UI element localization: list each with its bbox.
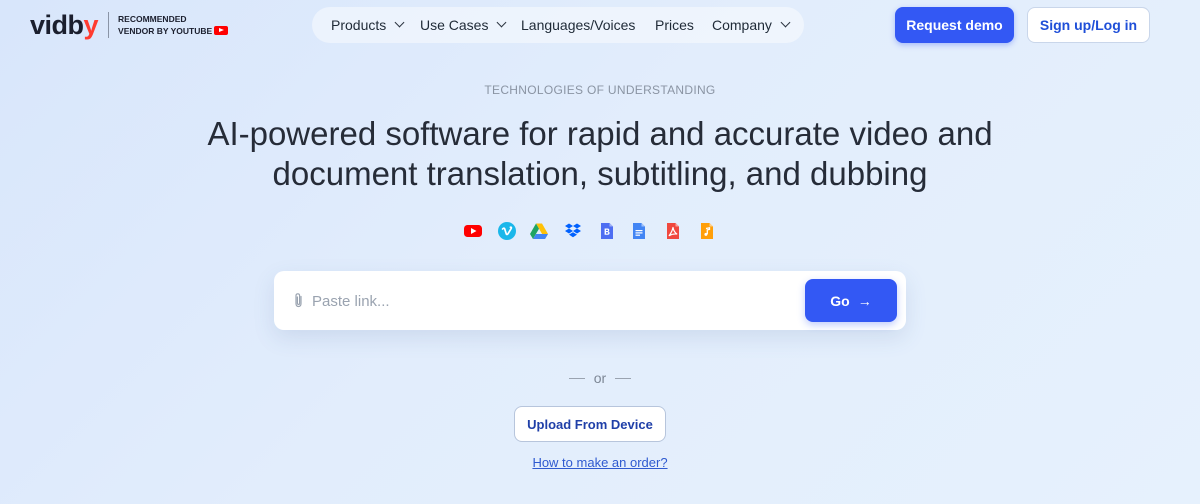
recommended-line1: RECOMMENDED: [118, 14, 187, 24]
divider-line-left: [568, 377, 585, 379]
nav-item-company[interactable]: Company: [712, 7, 791, 43]
youtube-icon: [464, 225, 482, 237]
nav-item-use-cases[interactable]: Use Cases: [420, 7, 507, 43]
link-form: Go→: [274, 271, 906, 330]
audio-file-icon: [701, 223, 713, 239]
pdf-icon: [667, 223, 679, 239]
hero-eyebrow: TECHNOLOGIES OF UNDERSTANDING: [484, 83, 716, 97]
go-button[interactable]: Go →: [805, 279, 897, 322]
vidby-logo[interactable]: vidby: [30, 11, 99, 39]
or-divider: or: [0, 370, 1200, 386]
google-drive-icon: [530, 223, 548, 239]
chevron-down-icon: [394, 17, 405, 28]
how-to-order-row: How to make an order?: [0, 455, 1200, 470]
google-slides-docs-icon: [601, 223, 613, 239]
main-nav: Products Use Cases Languages/Voices Pric…: [312, 7, 804, 43]
recommended-line2: VENDOR BY YOUTUBE: [118, 26, 213, 36]
nav-item-prices[interactable]: Prices: [655, 7, 694, 43]
hero-headline: AI-powered software for rapid and accura…: [207, 115, 993, 192]
arrow-right-icon: →: [857, 292, 872, 309]
chevron-down-icon: [497, 17, 507, 28]
divider-line-right: [615, 377, 632, 379]
upload-from-device-button[interactable]: Upload From Device: [514, 406, 666, 442]
brand-divider: [108, 12, 110, 38]
youtube-icon: [214, 26, 229, 35]
google-docs-icon: [633, 223, 645, 239]
signup-login-button[interactable]: Sign up/Log in: [1027, 7, 1150, 43]
recommended-badge: RECOMMENDED VENDOR BY YOUTUBE: [118, 13, 229, 37]
paste-link-input[interactable]: [312, 286, 792, 316]
vimeo-icon: [498, 222, 516, 240]
how-to-make-order-link[interactable]: How to make an order?: [532, 455, 667, 470]
paperclip-icon: [295, 293, 302, 308]
chevron-down-icon: [780, 17, 791, 28]
dropbox-icon: [565, 223, 581, 238]
nav-item-languages-voices[interactable]: Languages/Voices: [521, 7, 635, 43]
nav-item-products[interactable]: Products: [331, 7, 405, 43]
request-demo-button[interactable]: Request demo: [895, 7, 1014, 43]
brand: vidby RECOMMENDED VENDOR BY YOUTUBE: [30, 10, 229, 40]
